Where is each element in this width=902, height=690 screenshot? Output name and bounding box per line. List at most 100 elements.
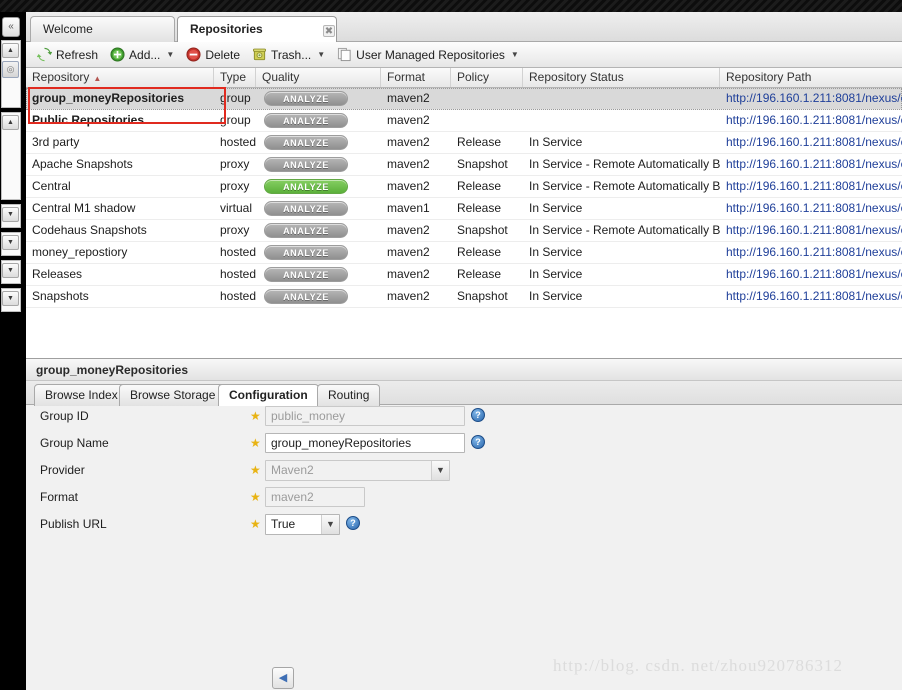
analyze-badge[interactable]: ANALYZE [264, 223, 348, 238]
cell-format: maven2 [387, 289, 430, 303]
cell-path[interactable]: http://196.160.1.211:8081/nexus/content/… [720, 242, 902, 263]
column-header-type[interactable]: Type [214, 68, 256, 87]
cell-path[interactable]: http://196.160.1.211:8081/nexus/content/… [720, 264, 902, 285]
copy-icon [337, 47, 352, 62]
repositories-grid: Repository ▲ Type Quality Format Policy R… [26, 68, 902, 358]
chevron-down-icon[interactable]: ▼ [431, 461, 449, 480]
analyze-badge[interactable]: ANALYZE [264, 179, 348, 194]
cell-path[interactable]: http://196.160.1.211:8081/nexus/content/… [720, 176, 902, 197]
table-row[interactable]: Apache Snapshots proxy maven2 Snapshot In Se… [26, 154, 902, 176]
column-header-format[interactable]: Format [381, 68, 451, 87]
analyze-badge[interactable]: ANALYZE [264, 289, 348, 304]
table-row[interactable]: Public Repositories group maven2 http://196… [26, 110, 902, 132]
tab-welcome-label: Welcome [43, 22, 93, 36]
cell-type: hosted [220, 245, 256, 259]
cell-status: In Service - Remote Automatically Blo... [529, 223, 720, 237]
close-icon[interactable]: ✖ [323, 25, 335, 37]
refresh-button[interactable]: Refresh [32, 45, 103, 64]
cell-path[interactable]: http://196.160.1.211:8081/nexus/content/… [720, 286, 902, 307]
user-managed-repositories-button[interactable]: User Managed Repositories ▼ [332, 45, 524, 64]
column-header-repository-label: Repository [32, 70, 90, 84]
cell-status: In Service - Remote Automatically Blo... [529, 179, 720, 193]
tab-welcome[interactable]: Welcome [30, 16, 175, 42]
analyze-badge[interactable]: ANALYZE [264, 267, 348, 282]
rail-scroll-down-button-1[interactable]: ▼ [2, 207, 19, 222]
table-row[interactable]: Codehaus Snapshots proxy maven2 Snapshot In … [26, 220, 902, 242]
analyze-badge[interactable]: ANALYZE [264, 113, 348, 128]
main-content-window: Welcome Repositories ✖ Refresh Add... ▼ … [26, 12, 902, 690]
rail-scroll-down-button-2[interactable]: ▼ [2, 235, 19, 250]
table-row[interactable]: 3rd party hosted maven2 Release In Service ht… [26, 132, 902, 154]
rail-toggle-knob[interactable]: ◎ [2, 61, 19, 78]
cell-path[interactable]: http://196.160.1.211:8081/nexus/content/… [720, 154, 902, 175]
required-star-icon: ★ [250, 409, 261, 423]
cell-repository: Snapshots [32, 289, 89, 303]
tab-routing[interactable]: Routing [317, 384, 381, 406]
chevron-down-icon[interactable]: ▼ [166, 50, 174, 59]
analyze-badge[interactable]: ANALYZE [264, 135, 348, 150]
chevron-down-icon[interactable]: ▼ [511, 50, 519, 59]
detail-panel: group_moneyRepositories Browse Index Bro… [26, 358, 902, 690]
cell-status: In Service - Remote Automatically Blo... [529, 157, 720, 171]
table-row[interactable]: money_repostiory hosted maven2 Release In Se… [26, 242, 902, 264]
cell-path[interactable]: http://196.160.1.211:8081/nexus/content/… [720, 88, 902, 109]
tab-repositories[interactable]: Repositories ✖ [177, 16, 337, 42]
rail-scroll-up-button-1[interactable]: ▲ [2, 43, 19, 58]
cell-policy: Snapshot [457, 157, 508, 171]
cell-status: In Service [529, 201, 583, 215]
add-icon [110, 47, 125, 62]
tab-repositories-label: Repositories [190, 22, 263, 36]
cell-path[interactable]: http://196.160.1.211:8081/nexus/content/… [720, 110, 902, 131]
column-header-quality[interactable]: Quality [256, 68, 381, 87]
column-header-repository-status[interactable]: Repository Status [523, 68, 720, 87]
table-row[interactable]: Releases hosted maven2 Release In Service htt… [26, 264, 902, 286]
rail-scroll-up-button-2[interactable]: ▲ [2, 115, 19, 130]
field-input[interactable]: group_moneyRepositories [265, 433, 465, 453]
cell-policy: Release [457, 179, 502, 193]
cell-policy: Release [457, 267, 502, 281]
chevron-down-icon[interactable]: ▼ [317, 50, 325, 59]
refresh-label: Refresh [56, 47, 99, 62]
add-label: Add... [129, 47, 161, 62]
tab-browse-storage[interactable]: Browse Storage [119, 384, 227, 406]
analyze-badge[interactable]: ANALYZE [264, 245, 348, 260]
move-left-button[interactable]: ◀ [272, 667, 294, 689]
desktop-background-strip [0, 0, 902, 12]
analyze-badge[interactable]: ANALYZE [264, 201, 348, 216]
column-header-policy[interactable]: Policy [451, 68, 523, 87]
add-button[interactable]: Add... ▼ [105, 45, 179, 64]
analyze-badge[interactable]: ANALYZE [264, 91, 348, 106]
table-row[interactable]: group_moneyRepositories group maven2 http:/… [26, 88, 902, 110]
cell-repository: group_moneyRepositories [32, 91, 185, 105]
tab-browse-index[interactable]: Browse Index [34, 384, 129, 406]
cell-policy: Snapshot [457, 223, 508, 237]
table-row[interactable]: Central M1 shadow virtual maven1 Release In … [26, 198, 902, 220]
rail-scroll-down-button-3[interactable]: ▼ [2, 263, 19, 278]
column-header-repository[interactable]: Repository ▲ [26, 68, 214, 87]
cell-repository: Apache Snapshots [32, 157, 133, 171]
delete-button[interactable]: Delete [181, 45, 245, 64]
field-select[interactable]: True ▼ [265, 514, 340, 535]
cell-path[interactable]: http://196.160.1.211:8081/nexus/content/… [720, 132, 902, 153]
analyze-badge[interactable]: ANALYZE [264, 157, 348, 172]
help-icon[interactable]: ? [471, 408, 485, 422]
cell-policy: Release [457, 245, 502, 259]
collapse-panel-button[interactable]: « [2, 17, 20, 37]
field-label: Provider [40, 463, 85, 477]
rail-scroll-down-button-4[interactable]: ▼ [2, 291, 19, 306]
column-header-repository-path[interactable]: Repository Path [720, 68, 902, 87]
cell-path[interactable]: http://196.160.1.211:8081/nexus/content/… [720, 198, 902, 219]
tab-browse-index-label: Browse Index [45, 388, 118, 402]
tab-configuration[interactable]: Configuration [218, 384, 319, 406]
chevron-down-icon[interactable]: ▼ [321, 515, 339, 534]
form-row: Provider ★ Maven2 ▼ [26, 459, 902, 486]
cell-path[interactable]: http://196.160.1.211:8081/nexus/content/… [720, 220, 902, 241]
cell-format: maven2 [387, 113, 430, 127]
cell-status: In Service [529, 267, 583, 281]
trash-button[interactable]: Trash... ▼ [247, 45, 330, 64]
table-row[interactable]: Central proxy maven2 Release In Service - Re… [26, 176, 902, 198]
help-icon[interactable]: ? [346, 516, 360, 530]
field-select[interactable]: Maven2 ▼ [265, 460, 450, 481]
help-icon[interactable]: ? [471, 435, 485, 449]
table-row[interactable]: Snapshots hosted maven2 Snapshot In Service h… [26, 286, 902, 308]
